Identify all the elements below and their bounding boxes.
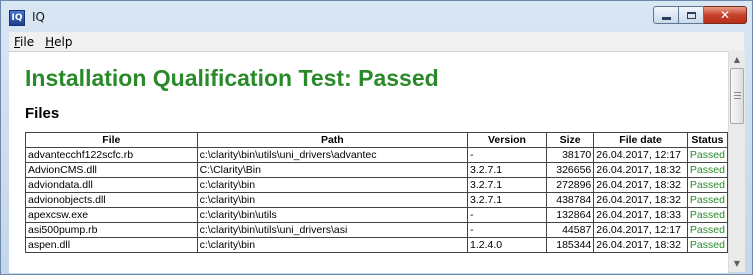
column-header-file-date: File date (593, 132, 688, 148)
files-table: File Path Version Size File date Status … (25, 132, 728, 253)
column-header-path: Path (196, 132, 469, 148)
cell-file: adviondata.dll (25, 177, 198, 193)
table-row: advantecchf122scfc.rb c:\clarity\bin\uti… (25, 147, 728, 163)
iq-app-icon[interactable]: IQ (9, 10, 25, 26)
cell-version: 1.2.4.0 (467, 237, 547, 253)
cell-path: c:\clarity\bin (196, 177, 469, 193)
column-header-size: Size (545, 132, 595, 148)
scrollbar-thumb[interactable] (730, 68, 744, 124)
maximize-icon (686, 11, 696, 19)
cell-status: Passed (686, 162, 728, 178)
cell-version: 3.2.7.1 (467, 192, 547, 208)
menu-help[interactable]: Help (40, 35, 78, 49)
cell-path: c:\clarity\bin (196, 192, 469, 208)
close-button[interactable]: ✕ (704, 6, 747, 24)
cell-size: 272896 (545, 177, 595, 193)
cell-file: advantecchf122scfc.rb (25, 147, 198, 163)
cell-status: Passed (686, 147, 728, 163)
cell-file-date: 26.04.2017, 12:17 (593, 147, 688, 163)
scroll-down-arrow-icon[interactable]: ▼ (729, 255, 745, 272)
cell-path: c:\clarity\bin\utils\uni_drivers\asi (196, 222, 469, 238)
cell-size: 185344 (545, 237, 595, 253)
column-header-status: Status (686, 132, 728, 148)
table-row: asi500pump.rb c:\clarity\bin\utils\uni_d… (25, 222, 728, 238)
cell-version: - (467, 222, 547, 238)
caption-buttons: ✕ (653, 6, 747, 25)
cell-file-date: 26.04.2017, 18:32 (593, 192, 688, 208)
window-title: IQ (32, 10, 45, 24)
cell-size: 438784 (545, 192, 595, 208)
cell-file: asi500pump.rb (25, 222, 198, 238)
grip-icon (734, 92, 741, 101)
report-heading: Installation Qualification Test: Passed (25, 65, 439, 91)
table-row: aspen.dll c:\clarity\bin 1.2.4.0 185344 … (25, 237, 728, 253)
minimize-button[interactable] (653, 6, 679, 24)
cell-file-date: 26.04.2017, 18:32 (593, 177, 688, 193)
cell-status: Passed (686, 177, 728, 193)
cell-file: AdvionCMS.dll (25, 162, 198, 178)
title-bar[interactable]: IQ IQ ✕ (1, 1, 752, 32)
maximize-button[interactable] (679, 6, 704, 24)
cell-version: 3.2.7.1 (467, 162, 547, 178)
cell-version: - (467, 147, 547, 163)
table-row: AdvionCMS.dll C:\Clarity\Bin 3.2.7.1 326… (25, 162, 728, 178)
table-row: apexcsw.exe c:\clarity\bin\utils - 13286… (25, 207, 728, 223)
cell-size: 326656 (545, 162, 595, 178)
cell-path: c:\clarity\bin\utils\uni_drivers\advante… (196, 147, 469, 163)
table-row: advionobjects.dll c:\clarity\bin 3.2.7.1… (25, 192, 728, 208)
menu-file[interactable]: File (9, 35, 40, 49)
scroll-up-arrow-icon[interactable]: ▲ (729, 51, 745, 68)
table-header-row: File Path Version Size File date Status (25, 132, 728, 148)
cell-size: 38170 (545, 147, 595, 163)
minimize-icon (661, 16, 671, 20)
cell-status: Passed (686, 192, 728, 208)
cell-file: advionobjects.dll (25, 192, 198, 208)
vertical-scrollbar[interactable]: ▲ ▼ (728, 51, 745, 272)
cell-file: apexcsw.exe (25, 207, 198, 223)
cell-status: Passed (686, 222, 728, 238)
cell-path: c:\clarity\bin (196, 237, 469, 253)
cell-version: 3.2.7.1 (467, 177, 547, 193)
cell-size: 44587 (545, 222, 595, 238)
menu-bar: File Help (9, 32, 744, 51)
table-row: adviondata.dll c:\clarity\bin 3.2.7.1 27… (25, 177, 728, 193)
app-window: IQ IQ ✕ File Help Installation Qualifica… (0, 0, 753, 275)
cell-path: C:\Clarity\Bin (196, 162, 469, 178)
column-header-file: File (25, 132, 198, 148)
report-view[interactable]: Installation Qualification Test: Passed … (9, 51, 728, 273)
cell-file-date: 26.04.2017, 18:32 (593, 162, 688, 178)
close-icon: ✕ (719, 8, 731, 22)
cell-file-date: 26.04.2017, 12:17 (593, 222, 688, 238)
cell-status: Passed (686, 237, 728, 253)
cell-file: aspen.dll (25, 237, 198, 253)
cell-file-date: 26.04.2017, 18:32 (593, 237, 688, 253)
cell-status: Passed (686, 207, 728, 223)
cell-version: - (467, 207, 547, 223)
section-heading-files: Files (25, 105, 60, 122)
cell-size: 132864 (545, 207, 595, 223)
cell-file-date: 26.04.2017, 18:33 (593, 207, 688, 223)
column-header-version: Version (467, 132, 547, 148)
cell-path: c:\clarity\bin\utils (196, 207, 469, 223)
